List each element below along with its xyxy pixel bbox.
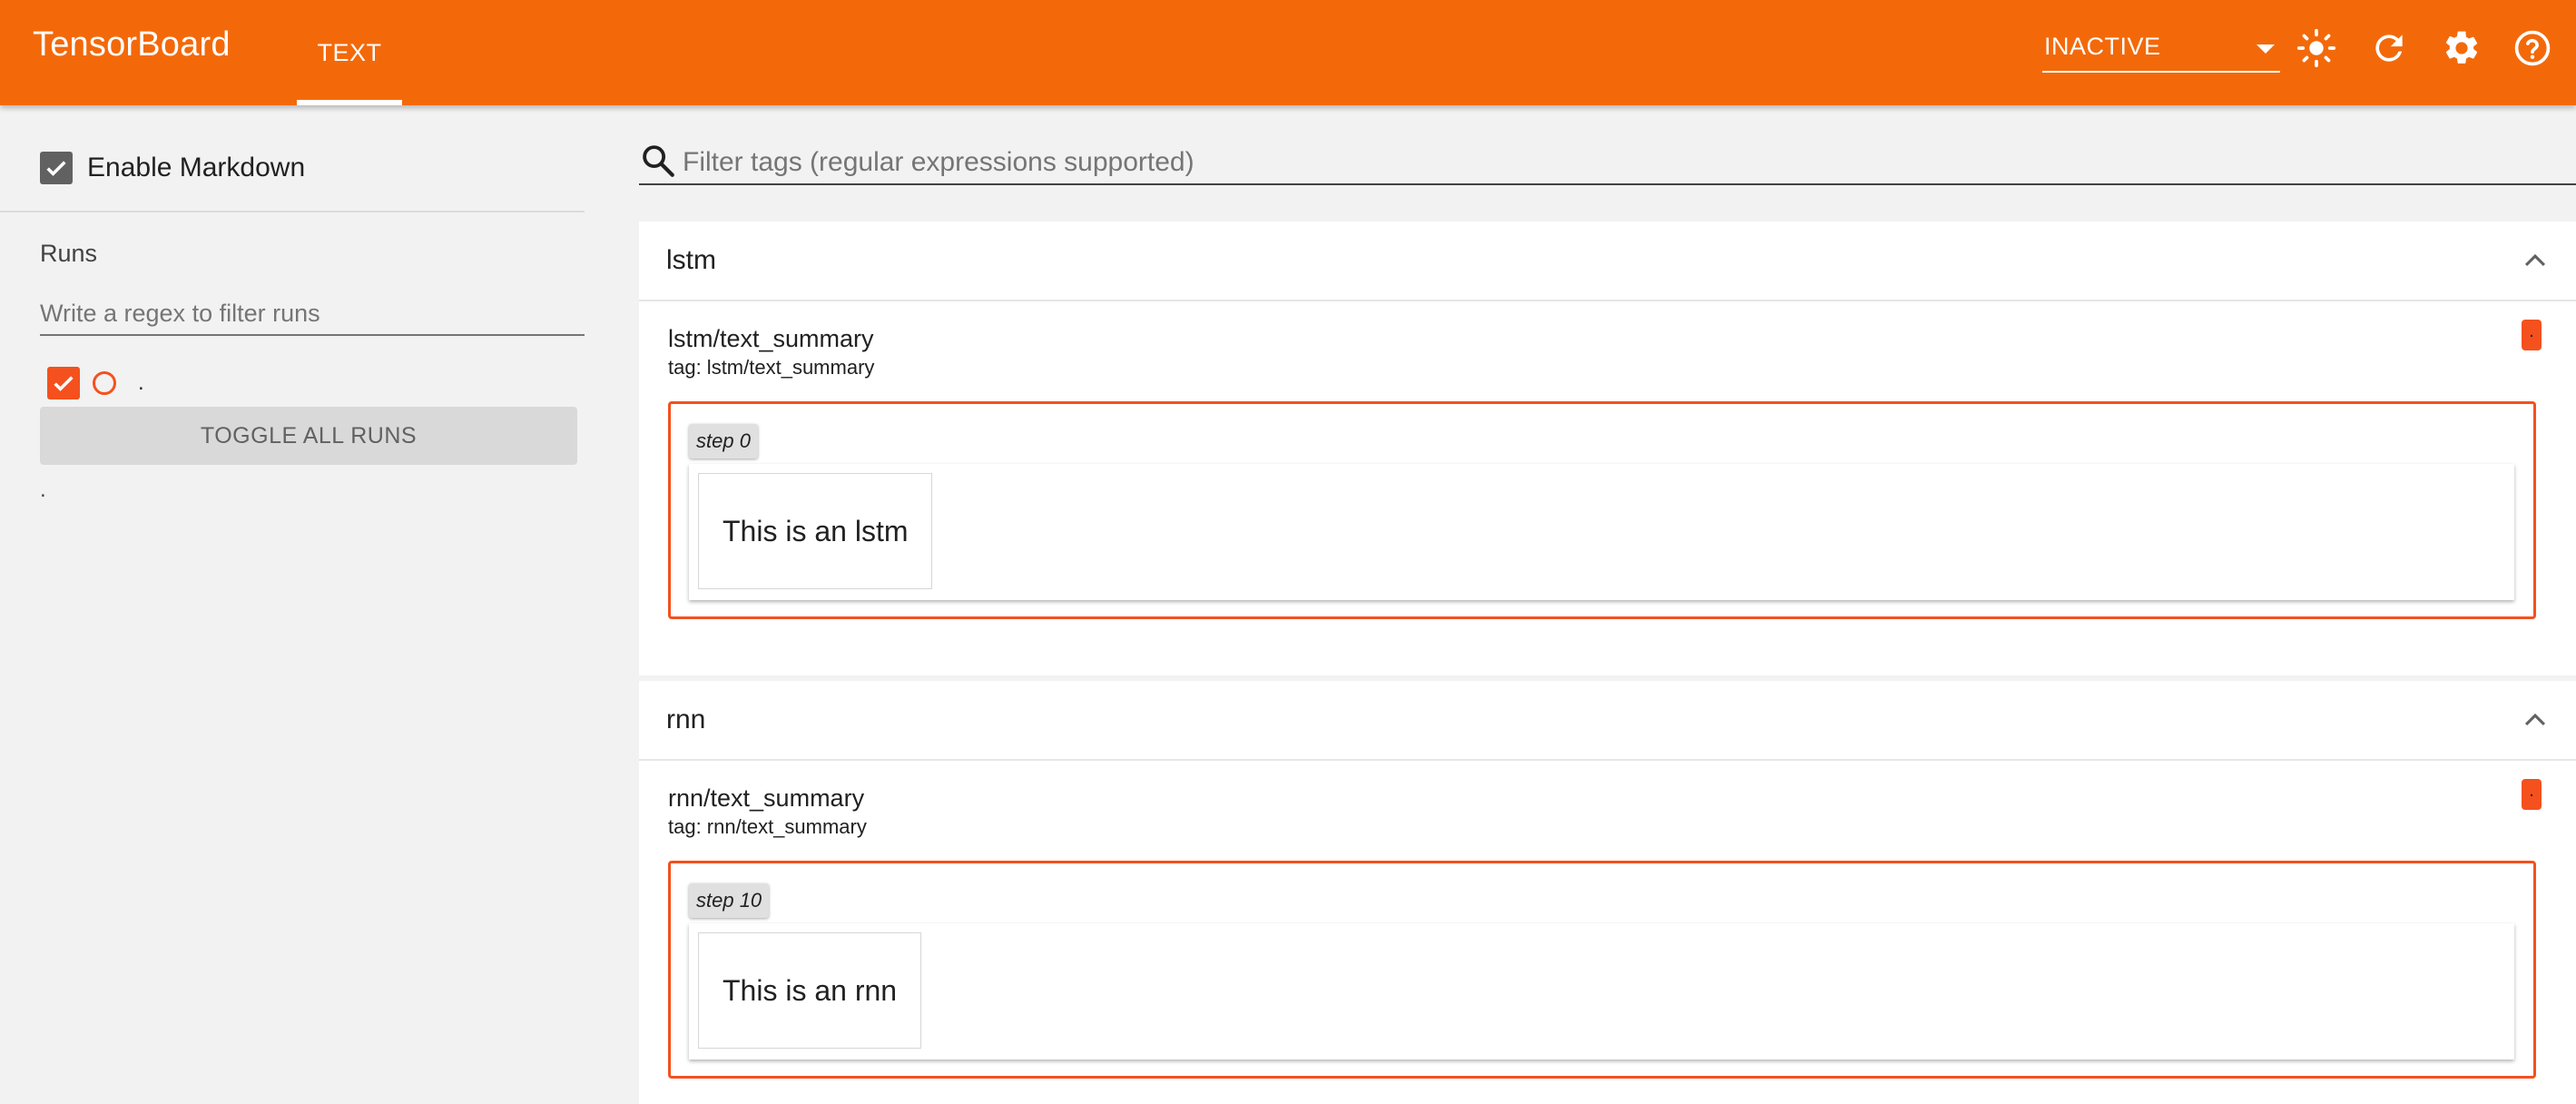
checkmark-icon	[46, 161, 66, 176]
chevron-up-icon[interactable]	[2520, 245, 2551, 276]
runs-title: Runs	[40, 240, 98, 267]
enable-markdown-checkbox[interactable]	[40, 152, 73, 184]
sidebar-divider	[0, 211, 585, 212]
checkmark-icon	[54, 376, 74, 391]
reload-status-value: INACTIVE	[2044, 33, 2161, 60]
sidebar: Enable Markdown Runs Write a regex to fi…	[0, 105, 585, 1104]
pane-title: rnn	[666, 705, 706, 734]
theme-sun-icon[interactable]	[2296, 28, 2336, 68]
runs-filter-input[interactable]: Write a regex to filter runs	[40, 291, 585, 336]
tag-filter-input[interactable]: Filter tags (regular expressions support…	[639, 140, 2576, 185]
card-name: lstm/text_summary	[668, 325, 874, 352]
search-icon	[643, 145, 674, 177]
enable-markdown-option[interactable]: Enable Markdown	[40, 151, 305, 185]
chevron-up-icon[interactable]	[2520, 705, 2551, 735]
category-pane-rnn: rnn rnn/text_summary tag: rnn/text_summa…	[639, 681, 2576, 1104]
tab-text[interactable]: TEXT	[297, 0, 402, 105]
toggle-all-runs-button[interactable]: TOGGLE ALL RUNS	[40, 407, 577, 465]
main-content: Filter tags (regular expressions support…	[639, 105, 2576, 1104]
pane-header[interactable]: rnn	[639, 681, 2576, 761]
enable-markdown-label: Enable Markdown	[87, 153, 306, 182]
text-card: This is an rnn	[689, 923, 2514, 1060]
text-summary-box: step 0 This is an lstm	[668, 401, 2536, 619]
step-chip: step 0	[689, 424, 758, 458]
reload-status-select[interactable]: INACTIVE	[2042, 27, 2280, 73]
help-icon[interactable]	[2512, 28, 2552, 68]
card-tag: tag: rnn/text_summary	[668, 815, 867, 838]
top-app-bar: TensorBoard TEXT INACTIVE	[0, 0, 2576, 105]
run-checkbox[interactable]	[47, 367, 80, 399]
tag-filter-placeholder: Filter tags (regular expressions support…	[683, 147, 1195, 177]
step-chip: step 10	[689, 883, 770, 918]
card-name: rnn/text_summary	[668, 784, 865, 812]
run-color-radio[interactable]	[93, 371, 116, 395]
run-badge: .	[2522, 320, 2542, 350]
text-summary-box: step 10 This is an rnn	[668, 861, 2536, 1079]
refresh-icon[interactable]	[2369, 28, 2409, 68]
pane-title: lstm	[666, 245, 716, 275]
dropdown-caret-icon	[2256, 44, 2275, 54]
run-item[interactable]: .	[47, 365, 144, 401]
card-tag: tag: lstm/text_summary	[668, 356, 875, 379]
text-card: This is an lstm	[689, 464, 2514, 600]
settings-gear-icon[interactable]	[2442, 28, 2482, 68]
text-content: This is an rnn	[698, 932, 922, 1049]
pane-header[interactable]: lstm	[639, 222, 2576, 301]
runs-filter-placeholder: Write a regex to filter runs	[40, 300, 320, 327]
category-pane-lstm: lstm lstm/text_summary tag: lstm/text_su…	[639, 222, 2576, 675]
run-name: .	[138, 370, 144, 395]
text-content: This is an lstm	[698, 473, 933, 589]
run-badge: .	[2522, 779, 2542, 810]
run-footer-label: .	[40, 478, 46, 502]
active-tab-indicator	[297, 100, 402, 105]
app-brand: TensorBoard	[33, 25, 231, 64]
